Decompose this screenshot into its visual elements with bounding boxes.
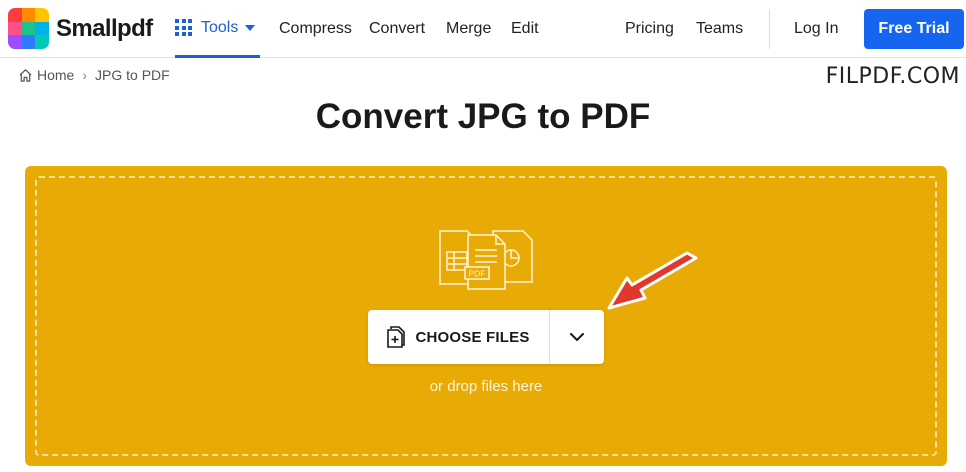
choose-files-control: CHOOSE FILES [368, 310, 604, 364]
home-icon [19, 68, 32, 82]
red-arrow-icon [607, 251, 698, 310]
nav-tools-menu[interactable]: Tools [175, 0, 260, 58]
nav-edit[interactable]: Edit [511, 0, 539, 58]
breadcrumb-separator: › [82, 67, 88, 83]
documents-icon: PDF [439, 230, 533, 290]
smallpdf-logo[interactable]: Smallpdf [8, 8, 153, 49]
nav-merge[interactable]: Merge [446, 0, 491, 58]
nav-teams[interactable]: Teams [696, 0, 743, 58]
watermark-text: FILPDF.COM [825, 64, 960, 89]
logo-mark-icon [8, 8, 49, 49]
pdf-badge-text: PDF [469, 269, 486, 279]
nav-tools-label: Tools [201, 18, 239, 36]
upload-options-dropdown[interactable] [550, 310, 604, 364]
free-trial-button[interactable]: Free Trial [864, 9, 964, 49]
breadcrumb-current[interactable]: JPG to PDF [95, 67, 170, 83]
drop-files-hint: or drop files here [429, 378, 543, 395]
page-title: Convert JPG to PDF [315, 97, 651, 136]
choose-files-button[interactable]: CHOOSE FILES [368, 310, 549, 364]
nav-convert[interactable]: Convert [369, 0, 425, 58]
breadcrumb-home[interactable]: Home [37, 67, 74, 83]
caret-down-icon [245, 24, 256, 31]
breadcrumb: Home › JPG to PDF [18, 67, 170, 83]
nav-divider [769, 9, 770, 49]
logo-text: Smallpdf [56, 14, 153, 42]
grid-icon [175, 19, 192, 36]
nav-compress[interactable]: Compress [279, 0, 352, 58]
file-drop-zone[interactable]: PDF CHOOSE FILES or drop files here [25, 166, 947, 466]
top-navbar: Smallpdf Tools Compress Convert Merge Ed… [0, 0, 966, 58]
chevron-down-icon [570, 332, 584, 341]
nav-pricing[interactable]: Pricing [625, 0, 674, 58]
login-link[interactable]: Log In [794, 0, 838, 58]
file-plus-icon [387, 326, 406, 348]
choose-files-label: CHOOSE FILES [415, 328, 530, 346]
